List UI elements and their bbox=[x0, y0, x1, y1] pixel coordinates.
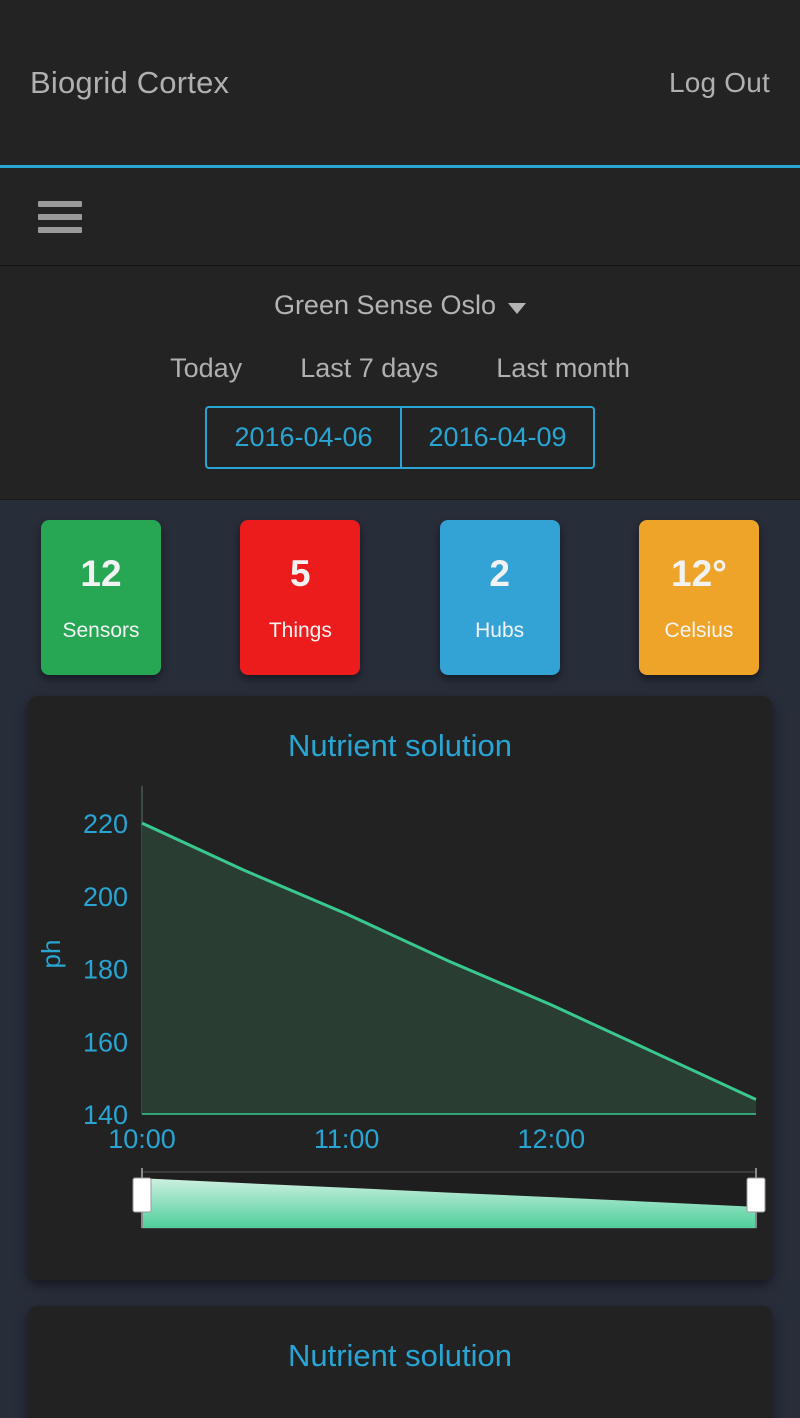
app-root: Biogrid Cortex Log Out Green Sense Oslo … bbox=[0, 0, 800, 1418]
hamburger-menu-icon[interactable] bbox=[38, 200, 82, 233]
hamburger-bar-1 bbox=[38, 200, 82, 207]
date-from-input[interactable] bbox=[207, 408, 400, 467]
chart-card-nutrient-solution-2: Nutrient solution bbox=[28, 1306, 772, 1418]
stat-card-sensors[interactable]: 12 Sensors bbox=[41, 520, 161, 675]
stat-label: Hubs bbox=[475, 618, 525, 642]
stat-label: Sensors bbox=[62, 618, 140, 642]
quick-range-links: Today Last 7 days Last month bbox=[0, 353, 800, 384]
chevron-down-icon bbox=[508, 302, 527, 314]
date-to-input[interactable] bbox=[400, 408, 593, 467]
stat-card-things[interactable]: 5 Things bbox=[240, 520, 361, 675]
x-axis-tick-label: 10:00 bbox=[108, 1124, 176, 1154]
chart-title-2: Nutrient solution bbox=[287, 1338, 512, 1373]
y-axis-title: ph bbox=[36, 940, 66, 969]
stat-card-celsius[interactable]: 12° Celsius bbox=[638, 520, 759, 675]
navigation-bar bbox=[0, 168, 800, 266]
range-today[interactable]: Today bbox=[170, 353, 242, 384]
stat-card-row: 12 Sensors 5 Things 2 Hubs 12° Celsius bbox=[0, 500, 800, 675]
navigator-left-handle[interactable] bbox=[132, 1177, 152, 1213]
range-last-7-days[interactable]: Last 7 days bbox=[300, 353, 438, 384]
chart-card-nutrient-solution: Nutrient solution 140 160 180 200 220 ph 10:00… bbox=[28, 696, 772, 1280]
y-axis-tick-label: 200 bbox=[83, 882, 128, 912]
y-axis-tick-label: 180 bbox=[83, 955, 128, 985]
stat-value: 12° bbox=[671, 552, 727, 594]
stat-label: Things bbox=[268, 618, 332, 642]
y-axis-tick-label: 160 bbox=[83, 1027, 128, 1057]
chart-plot-area[interactable]: 140 160 180 200 220 ph 10:00 11:00 12:00 bbox=[28, 772, 772, 1252]
site-selector-label: Green Sense Oslo bbox=[273, 290, 497, 320]
range-last-month[interactable]: Last month bbox=[496, 353, 630, 384]
x-axis-tick-label: 12:00 bbox=[518, 1124, 586, 1154]
app-brand-title: Biogrid Cortex bbox=[30, 64, 230, 100]
x-axis-tick-label: 11:00 bbox=[314, 1124, 380, 1154]
stat-value: 5 bbox=[290, 552, 311, 594]
chart-svg[interactable]: 140160180200220ph10:00 11:00 12:00 bbox=[28, 772, 772, 1252]
stat-value: 12 bbox=[80, 552, 122, 594]
stat-card-hubs[interactable]: 2 Hubs bbox=[439, 520, 560, 675]
hamburger-bar-3 bbox=[38, 226, 82, 233]
site-selector-dropdown[interactable]: Green Sense Oslo bbox=[273, 290, 527, 321]
chart-title: Nutrient solution bbox=[287, 728, 512, 763]
hamburger-bar-2 bbox=[38, 213, 82, 220]
navigator-right-handle[interactable] bbox=[746, 1177, 766, 1213]
logout-button[interactable]: Log Out bbox=[669, 67, 770, 99]
stat-value: 2 bbox=[489, 552, 510, 594]
top-header-bar: Biogrid Cortex Log Out bbox=[0, 0, 800, 168]
stat-label: Celsius bbox=[664, 618, 734, 642]
filter-panel: Green Sense Oslo Today Last 7 days Last … bbox=[0, 266, 800, 500]
y-axis-tick-label: 220 bbox=[83, 809, 128, 839]
date-range-group bbox=[205, 406, 595, 469]
